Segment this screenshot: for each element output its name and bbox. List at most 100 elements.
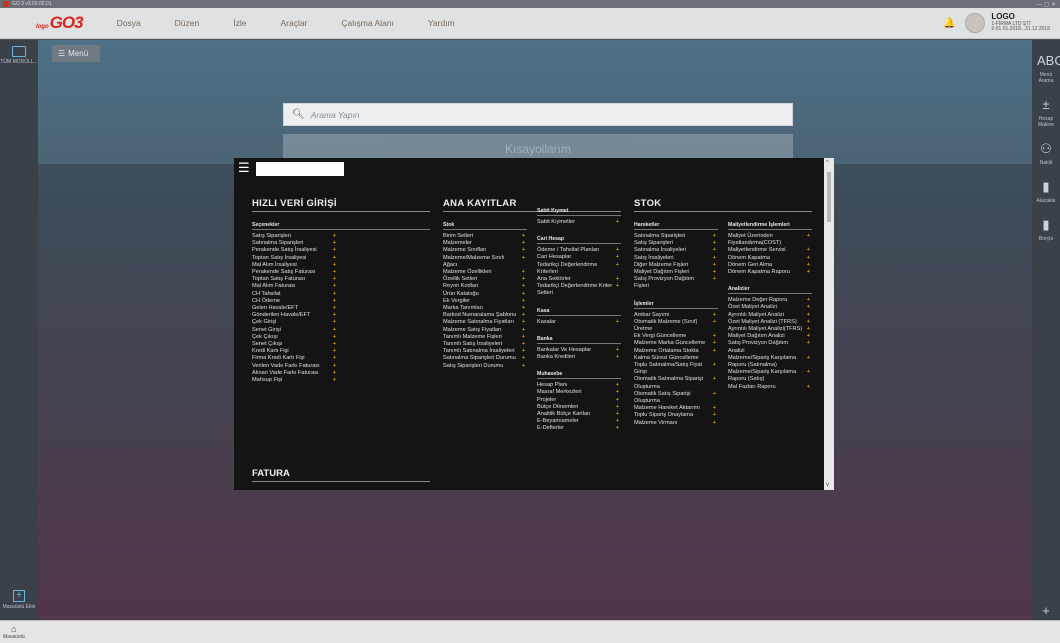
rightbar-item[interactable]: ± Hesap Makine — [1032, 96, 1060, 128]
menu-link[interactable]: Tanımlı Malzeme Fişleri + — [443, 334, 527, 341]
menu-link[interactable]: Tedarikçi Değerlendirme Kriterleri + — [537, 262, 621, 276]
menu-link[interactable]: Bankalar Ve Hesaplar + — [537, 347, 621, 354]
plus-icon[interactable]: + — [713, 262, 716, 269]
plus-icon[interactable]: + — [522, 312, 525, 319]
menu-link[interactable]: Kasalar + — [537, 319, 621, 326]
menu-link[interactable]: Gönderilen Havale/EFT + — [252, 312, 338, 319]
plus-icon[interactable]: + — [713, 276, 716, 290]
plus-icon[interactable]: + — [713, 333, 716, 340]
menu-link[interactable]: CH Ödeme + — [252, 298, 338, 305]
menu-link[interactable]: Ürün Kataloğu + — [443, 291, 527, 298]
plus-icon[interactable]: + — [616, 247, 619, 254]
hamburger-icon[interactable]: ☰ — [238, 161, 250, 174]
plus-icon[interactable]: + — [807, 369, 810, 383]
menu-link[interactable]: Verilen Vade Farkı Faturası + — [252, 363, 338, 370]
plus-icon[interactable]: + — [333, 355, 336, 362]
plus-icon[interactable]: + — [713, 420, 716, 427]
plus-icon[interactable]: + — [333, 312, 336, 319]
menu-link[interactable]: Otomatik Malzeme (Sınıf) Üretme + — [634, 319, 718, 333]
menu-link[interactable]: Kredi Kartı Fişi + — [252, 348, 338, 355]
menu-link[interactable]: Dönem Kapatma + — [728, 255, 812, 262]
plus-icon[interactable]: + — [333, 377, 336, 384]
menu-link[interactable]: Satış Siparişleri Durumu + — [443, 363, 527, 370]
bell-icon[interactable]: 🔔 — [943, 18, 957, 29]
plus-icon[interactable]: + — [522, 341, 525, 348]
menu-link[interactable]: Malzeme Hareket Aktarımı + — [634, 405, 718, 412]
plus-icon[interactable]: + — [333, 262, 336, 269]
plus-icon[interactable]: + — [807, 333, 810, 340]
menu-link[interactable]: Satınalma Siparişleri Durumu + — [443, 355, 527, 362]
menu-link[interactable]: Analitik Bütçe Kartları + — [537, 411, 621, 418]
plus-icon[interactable]: + — [713, 376, 716, 390]
plus-icon[interactable]: + — [713, 319, 716, 333]
menu-link[interactable]: Malzeme Sınıfları + — [443, 247, 527, 254]
plus-icon[interactable]: + — [713, 362, 716, 376]
rightbar-item[interactable]: ABC Menü Arama — [1032, 52, 1060, 84]
plus-icon[interactable]: + — [616, 404, 619, 411]
plus-icon[interactable]: + — [333, 319, 336, 326]
plus-icon[interactable]: + — [713, 348, 716, 362]
plus-icon[interactable]: + — [713, 269, 716, 276]
menu-link[interactable]: Toplu Satınalma/Satış Fiyat Girişi + — [634, 362, 718, 376]
menu-link[interactable]: Masraf Merkezleri + — [537, 389, 621, 396]
plus-icon[interactable]: + — [616, 347, 619, 354]
menu-link[interactable]: Ayrıntılı Maliyet Analizi(TFRS) + — [728, 326, 812, 333]
rightbar-item[interactable]: ⚇ Naklit — [1032, 140, 1060, 166]
menu-link[interactable]: Maliyet Dağıtım Analizi + — [728, 333, 812, 340]
plus-icon[interactable]: + — [616, 283, 619, 297]
menu-link[interactable]: Otomatik Satınalma Siparişi Oluşturma + — [634, 376, 718, 390]
menu-link[interactable]: Satınalma İrsaliyeleri + — [634, 247, 718, 254]
plus-icon[interactable]: + — [522, 348, 525, 355]
home-button[interactable]: ⌂ Masaüstü — [3, 624, 25, 640]
plus-icon[interactable]: + — [713, 391, 716, 405]
plus-icon[interactable]: + — [333, 341, 336, 348]
company-info[interactable]: LOGO 1-FİRMA LTD ŞTİ 2-01.01.2018...31.1… — [991, 12, 1050, 33]
rightbar-item[interactable]: ▮ Alacakla — [1032, 178, 1060, 204]
menu-link[interactable]: Malzeme Virmanı + — [634, 420, 718, 427]
plus-icon[interactable]: + — [807, 384, 810, 391]
menu-link[interactable]: Malzeme Satış Fiyatları + — [443, 327, 527, 334]
menu-link[interactable]: Toptan Satış Faturası + — [252, 276, 338, 283]
menu-link[interactable]: Toplu Sipariş Onaylama + — [634, 412, 718, 419]
plus-icon[interactable]: + — [522, 269, 525, 276]
plus-icon[interactable]: + — [807, 297, 810, 304]
plus-icon[interactable]: + — [522, 247, 525, 254]
plus-icon[interactable]: + — [333, 233, 336, 240]
menu-link[interactable]: Satış Provizyon Dağıtım Analizi + — [728, 340, 812, 354]
search-input[interactable]: 🔍︎ Arama Yapın — [283, 103, 793, 126]
menu-link[interactable]: Maliyetlendirme Servisi + — [728, 247, 812, 254]
window-controls[interactable]: — ▢ ✕ — [1036, 1, 1060, 8]
menu-link[interactable]: Malzeme Satınalma Fiyatları + — [443, 319, 527, 326]
menu-link[interactable]: Mal Alım Faturası + — [252, 283, 338, 290]
menu-item[interactable]: Çalışma Alanı — [341, 18, 393, 28]
plus-icon[interactable]: + — [333, 269, 336, 276]
plus-icon[interactable]: + — [522, 298, 525, 305]
plus-icon[interactable]: + — [522, 319, 525, 326]
plus-icon[interactable]: + — [616, 411, 619, 418]
menu-link[interactable]: Mal Alım İrsaliyesi + — [252, 262, 338, 269]
menu-link[interactable]: Bütçe Dönemleri + — [537, 404, 621, 411]
menu-link[interactable]: Projeler + — [537, 397, 621, 404]
menu-link[interactable]: Banka Kredileri + — [537, 354, 621, 361]
plus-icon[interactable]: + — [333, 370, 336, 377]
menu-link[interactable]: Malzeme Ortalama Stokta Kalma Süresi Gün… — [634, 348, 718, 362]
menu-link[interactable]: Toptan Satış İrsaliyesi + — [252, 255, 338, 262]
plus-icon[interactable]: + — [807, 355, 810, 369]
menu-link[interactable]: Ek Vergiler + — [443, 298, 527, 305]
menu-link[interactable]: Mal Fazları Raporu + — [728, 384, 812, 391]
plus-icon[interactable]: + — [807, 319, 810, 326]
plus-icon[interactable]: + — [807, 312, 810, 319]
plus-icon[interactable]: + — [333, 291, 336, 298]
menu-link[interactable]: Perakende Satış İrsaliyesi + — [252, 247, 338, 254]
panel-scrollbar[interactable]: ^ v — [824, 158, 834, 490]
menu-link[interactable]: CH Tahsilat + — [252, 291, 338, 298]
menu-link[interactable]: Ek Vergi Güncelleme + — [634, 333, 718, 340]
menu-link[interactable]: Senet Girişi + — [252, 327, 338, 334]
menu-link[interactable]: Senet Çıkışı + — [252, 341, 338, 348]
plus-icon[interactable]: + — [333, 283, 336, 290]
menu-link[interactable]: Cari Hesaplar + — [537, 254, 621, 261]
add-desktop-button[interactable]: + Masaüstü Ekle — [0, 590, 38, 610]
menu-link[interactable]: E-Beyannameler + — [537, 418, 621, 425]
plus-icon[interactable]: + — [807, 304, 810, 311]
menu-item[interactable]: Dosya — [117, 18, 141, 28]
